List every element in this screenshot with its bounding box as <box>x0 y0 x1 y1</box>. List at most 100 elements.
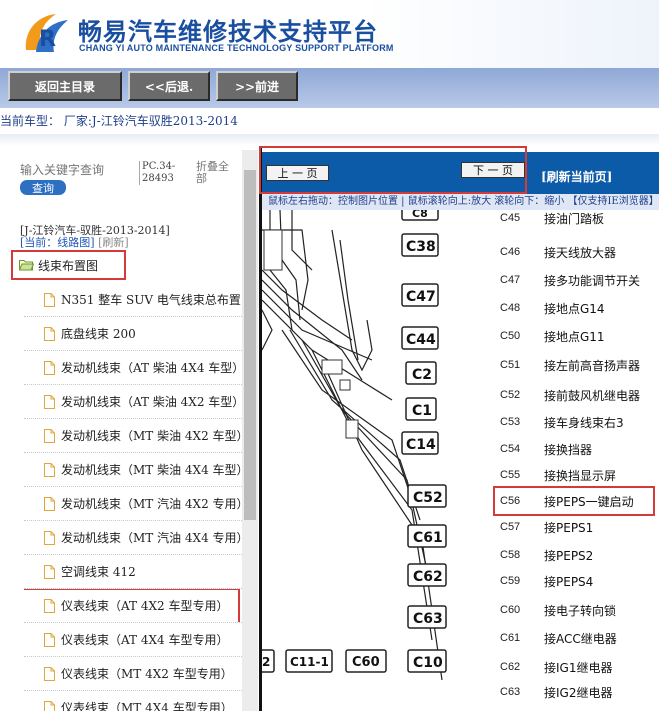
document-icon <box>44 598 55 613</box>
tree-item[interactable]: 发动机线束（MT 柴油 4X2 车型） <box>24 419 248 453</box>
legend-desc: 接换挡器 <box>544 442 593 457</box>
tree-item[interactable]: 仪表线束（MT 4X4 车型专用） <box>24 691 248 711</box>
legend-code: C48 <box>500 302 521 314</box>
connector-c44: C44 <box>401 326 439 350</box>
tree-item[interactable]: 发动机线束（MT 汽油 4X4 专用） <box>24 521 248 555</box>
left-scrollbar[interactable] <box>242 150 258 711</box>
legend-desc: 接左前高音扬声器 <box>544 358 641 373</box>
left-panel: 查询 PC.34-28493 折叠全部 [J-江铃汽车-驭胜-2013-2014… <box>0 150 258 711</box>
connector-labels: C8 C38 C47 C44 C2 C1 C14 C52 C61 C62 C63… <box>262 210 447 673</box>
connector-c10: C10 <box>407 649 447 673</box>
document-icon <box>44 326 55 341</box>
tree-folder-harness-layout[interactable]: 线束布置图 <box>11 250 126 280</box>
legend-code: C59 <box>500 575 521 587</box>
legend-row: C63 接IG2继电器 <box>500 682 659 702</box>
svg-text:C1: C1 <box>412 403 432 419</box>
tree-item-selected[interactable]: 仪表线束（AT 4X2 车型专用） <box>24 589 248 623</box>
brand-title: 畅易汽车维修技术支持平台 <box>78 18 378 46</box>
tree-item-label: 仪表线束（MT 4X4 车型专用） <box>61 701 233 711</box>
tree-item-label: 仪表线束（MT 4X2 车型专用） <box>61 667 233 681</box>
legend-desc: 接PEPS4 <box>544 574 594 589</box>
legend-desc: 接天线放大器 <box>544 245 617 260</box>
svg-text:C2: C2 <box>412 367 432 383</box>
brand-subtitle: CHANG YI AUTO MAINTENANCE TECHNOLOGY SUP… <box>79 43 394 53</box>
legend-desc: 接IG1继电器 <box>544 660 613 675</box>
legend-code: C53 <box>500 416 521 428</box>
document-icon <box>44 496 55 511</box>
connector-c1: C1 <box>405 397 437 421</box>
tree-list: N351 整车 SUV 电气线束总布置 底盘线束 200 发动机线束（AT 柴油… <box>0 283 248 711</box>
current-prefix: [当前：线路图] <box>20 236 95 249</box>
tree-item-label: 空调线束 412 <box>61 565 136 579</box>
back-button[interactable]: <<后退. <box>128 71 210 101</box>
svg-text:R: R <box>39 27 56 52</box>
legend-row: C55 接换挡显示屏 <box>500 465 659 485</box>
tree-item[interactable]: 空调线束 412 <box>24 555 248 589</box>
refresh-page-link[interactable]: [刷新当前页] <box>541 168 612 185</box>
search-input[interactable] <box>20 163 130 177</box>
svg-text:2: 2 <box>262 655 270 669</box>
connector-c52: C52 <box>407 484 447 508</box>
tree-current-label: [当前：线路图] [刷新] <box>20 234 129 250</box>
home-button[interactable]: 返回主目录 <box>8 71 122 101</box>
tree-item-label: 仪表线束（AT 4X2 车型专用） <box>61 599 229 613</box>
legend-code: C46 <box>500 246 521 258</box>
legend-row: C47 接多功能调节开关 <box>500 270 659 290</box>
legend-row: C61 接ACC继电器 <box>500 628 659 648</box>
legend-row: C60 接电子转向锁 <box>500 600 659 620</box>
legend-row: C53 接车身线束右3 <box>500 412 659 432</box>
tree-item[interactable]: 发动机线束（MT 柴油 4X4 车型） <box>24 453 248 487</box>
connector-c14: C14 <box>401 431 439 455</box>
current-vehicle: 当前车型： 厂家:J-江铃汽车驭胜2013-2014 <box>0 114 238 128</box>
pc-code: PC.34-28493 <box>139 161 179 185</box>
svg-text:C14: C14 <box>406 437 436 453</box>
legend-row: C54 接换挡器 <box>500 439 659 459</box>
tree-item[interactable]: 发动机线束（MT 汽油 4X2 专用） <box>24 487 248 521</box>
document-icon <box>44 632 55 647</box>
tree-item-label: 发动机线束（MT 柴油 4X2 车型） <box>61 429 248 443</box>
connector-c62: C62 <box>407 563 447 587</box>
svg-text:C38: C38 <box>406 239 436 255</box>
legend-desc: 接地点G14 <box>544 301 605 316</box>
legend-desc: 接PEPS1 <box>544 520 594 535</box>
tree-item-label: N351 整车 SUV 电气线束总布置 <box>61 293 241 307</box>
tree-item-label: 发动机线束（AT 柴油 4X4 车型） <box>61 361 245 375</box>
search-button[interactable]: 查询 <box>20 180 66 195</box>
wiring-diagram[interactable]: C8 C38 C47 C44 C2 C1 C14 C52 C61 C62 C63… <box>262 210 500 711</box>
legend-code: C45 <box>500 212 521 224</box>
folder-label: 线束布置图 <box>38 258 99 273</box>
legend-desc: 接电子转向锁 <box>544 603 617 618</box>
connector-c38: C38 <box>401 233 439 257</box>
document-icon <box>44 360 55 375</box>
legend-code: C47 <box>500 274 521 286</box>
legend-row: C58 接PEPS2 <box>500 545 659 565</box>
legend-code: C60 <box>500 604 521 616</box>
document-icon <box>44 394 55 409</box>
legend-code: C52 <box>500 389 521 401</box>
legend-row: C45 接油门踏板 <box>500 208 659 228</box>
legend-desc: 接车身线束右3 <box>544 415 624 430</box>
svg-text:C11-1: C11-1 <box>290 655 329 669</box>
legend-row: C59 接PEPS4 <box>500 571 659 591</box>
forward-button[interactable]: >>前进 <box>216 71 298 101</box>
tree-item[interactable]: 仪表线束（AT 4X4 车型专用） <box>24 623 248 657</box>
legend-code: C57 <box>500 521 521 533</box>
connector-c2: C2 <box>405 361 437 385</box>
tree-item[interactable]: 发动机线束（AT 柴油 4X4 车型） <box>24 351 248 385</box>
left-scrollbar-thumb[interactable] <box>244 170 256 520</box>
tree-item[interactable]: 发动机线束（AT 柴油 4X2 车型） <box>24 385 248 419</box>
document-icon <box>44 462 55 477</box>
legend-desc: 接PEPS2 <box>544 548 594 563</box>
legend-desc: 接换挡显示屏 <box>544 468 617 483</box>
tree-item[interactable]: 底盘线束 200 <box>24 317 248 351</box>
legend-code: C51 <box>500 359 521 371</box>
legend-desc: 接前鼓风机继电器 <box>544 388 641 403</box>
connector-c63: C63 <box>407 605 447 629</box>
refresh-link[interactable]: [刷新] <box>98 236 129 249</box>
tree-item[interactable]: 仪表线束（MT 4X2 车型专用） <box>24 657 248 691</box>
collapse-all-link[interactable]: 折叠全部 <box>196 161 236 185</box>
legend-desc: 接地点G11 <box>544 329 605 344</box>
connector-c60: C60 <box>345 649 387 673</box>
tree-item[interactable]: N351 整车 SUV 电气线束总布置 <box>24 283 248 317</box>
svg-text:C47: C47 <box>406 289 436 305</box>
